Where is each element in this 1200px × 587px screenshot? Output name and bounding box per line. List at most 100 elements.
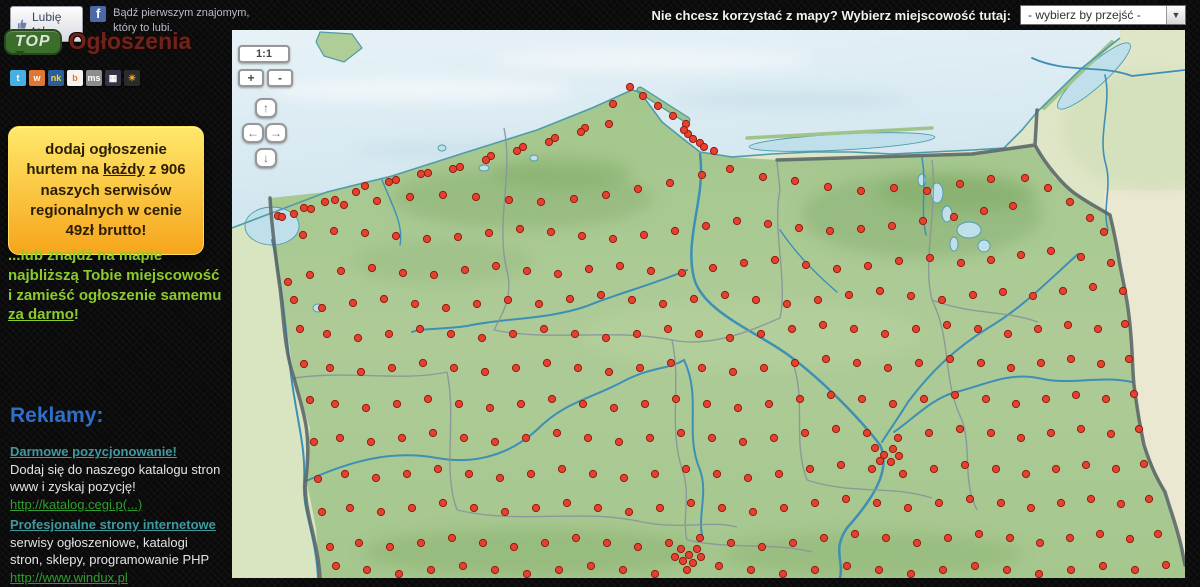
city-dot[interactable]: [553, 429, 560, 436]
city-dot[interactable]: [357, 368, 364, 375]
city-dot[interactable]: [416, 325, 423, 332]
city-dot[interactable]: [680, 126, 687, 133]
city-dot[interactable]: [930, 465, 937, 472]
city-dot[interactable]: [640, 231, 647, 238]
city-dot[interactable]: [671, 553, 678, 560]
city-dot[interactable]: [969, 291, 976, 298]
city-dot[interactable]: [796, 395, 803, 402]
free-post-link[interactable]: za darmo: [8, 306, 74, 323]
city-dot[interactable]: [779, 570, 786, 577]
city-dot[interactable]: [946, 355, 953, 362]
city-dot[interactable]: [1022, 470, 1029, 477]
city-dot[interactable]: [764, 220, 771, 227]
city-dot[interactable]: [548, 395, 555, 402]
city-dot[interactable]: [563, 499, 570, 506]
city-dot[interactable]: [1057, 499, 1064, 506]
city-dot[interactable]: [306, 271, 313, 278]
city-dot[interactable]: [1126, 535, 1133, 542]
city-dot[interactable]: [439, 191, 446, 198]
city-dot[interactable]: [977, 359, 984, 366]
city-dot[interactable]: [683, 566, 690, 573]
ad-title-link[interactable]: Profesjonalne strony internetowe: [10, 517, 216, 534]
city-dot[interactable]: [461, 266, 468, 273]
city-dot[interactable]: [406, 193, 413, 200]
city-dot[interactable]: [806, 465, 813, 472]
city-dot[interactable]: [625, 508, 632, 515]
city-dot[interactable]: [310, 438, 317, 445]
city-dot[interactable]: [501, 508, 508, 515]
city-dot[interactable]: [491, 438, 498, 445]
city-dot[interactable]: [602, 191, 609, 198]
city-dot[interactable]: [857, 225, 864, 232]
city-dot[interactable]: [496, 474, 503, 481]
city-dot[interactable]: [890, 184, 897, 191]
city-dot[interactable]: [535, 300, 542, 307]
city-dot[interactable]: [1135, 425, 1142, 432]
city-dot[interactable]: [512, 364, 519, 371]
city-dot[interactable]: [427, 566, 434, 573]
city-dot[interactable]: [789, 539, 796, 546]
city-dot[interactable]: [987, 256, 994, 263]
city-dot[interactable]: [510, 543, 517, 550]
city-dot[interactable]: [687, 499, 694, 506]
city-dot[interactable]: [1029, 292, 1036, 299]
city-dot[interactable]: [392, 232, 399, 239]
city-dot[interactable]: [523, 570, 530, 577]
city-dot[interactable]: [1107, 259, 1114, 266]
city-dot[interactable]: [472, 193, 479, 200]
city-dot[interactable]: [393, 400, 400, 407]
city-dot[interactable]: [1162, 561, 1169, 568]
city-dot[interactable]: [377, 508, 384, 515]
city-dot[interactable]: [363, 566, 370, 573]
city-dot[interactable]: [1131, 566, 1138, 573]
city-dot[interactable]: [318, 304, 325, 311]
city-dot[interactable]: [876, 287, 883, 294]
city-dot[interactable]: [331, 196, 338, 203]
city-dot[interactable]: [481, 368, 488, 375]
city-dot[interactable]: [939, 566, 946, 573]
city-dot[interactable]: [677, 545, 684, 552]
city-dot[interactable]: [876, 457, 883, 464]
city-dot[interactable]: [513, 147, 520, 154]
city-dot[interactable]: [696, 534, 703, 541]
city-dot[interactable]: [1052, 465, 1059, 472]
city-dot[interactable]: [597, 291, 604, 298]
city-dot[interactable]: [439, 499, 446, 506]
bulk-ad-offer-link[interactable]: każdy: [103, 161, 145, 178]
city-dot[interactable]: [545, 138, 552, 145]
city-dot[interactable]: [843, 562, 850, 569]
city-dot[interactable]: [537, 198, 544, 205]
city-dot[interactable]: [788, 325, 795, 332]
city-dot[interactable]: [417, 170, 424, 177]
city-dot[interactable]: [749, 508, 756, 515]
city-dot[interactable]: [368, 264, 375, 271]
city-dot[interactable]: [850, 325, 857, 332]
city-dot[interactable]: [386, 543, 393, 550]
city-dot[interactable]: [811, 499, 818, 506]
pan-left-button[interactable]: ←: [242, 123, 264, 143]
poland-map[interactable]: 1:1 + - ↑ ← → ↓: [232, 30, 1185, 578]
city-dot[interactable]: [882, 534, 889, 541]
city-dot[interactable]: [895, 452, 902, 459]
city-dot[interactable]: [522, 434, 529, 441]
city-dot[interactable]: [656, 504, 663, 511]
city-dot[interactable]: [685, 551, 692, 558]
city-dot[interactable]: [747, 566, 754, 573]
city-dot[interactable]: [695, 330, 702, 337]
city-dot[interactable]: [1027, 504, 1034, 511]
site-logo[interactable]: TOP Ogłoszenia: [4, 28, 191, 55]
city-dot[interactable]: [775, 470, 782, 477]
city-dot[interactable]: [388, 364, 395, 371]
city-dot[interactable]: [651, 570, 658, 577]
city-dot[interactable]: [871, 444, 878, 451]
city-dot[interactable]: [744, 474, 751, 481]
city-dot[interactable]: [689, 135, 696, 142]
city-dot[interactable]: [824, 183, 831, 190]
city-dot[interactable]: [628, 296, 635, 303]
city-dot[interactable]: [726, 334, 733, 341]
city-dot[interactable]: [465, 470, 472, 477]
city-dot[interactable]: [1017, 434, 1024, 441]
city-dot[interactable]: [609, 100, 616, 107]
city-dot[interactable]: [826, 227, 833, 234]
city-dot[interactable]: [1044, 184, 1051, 191]
